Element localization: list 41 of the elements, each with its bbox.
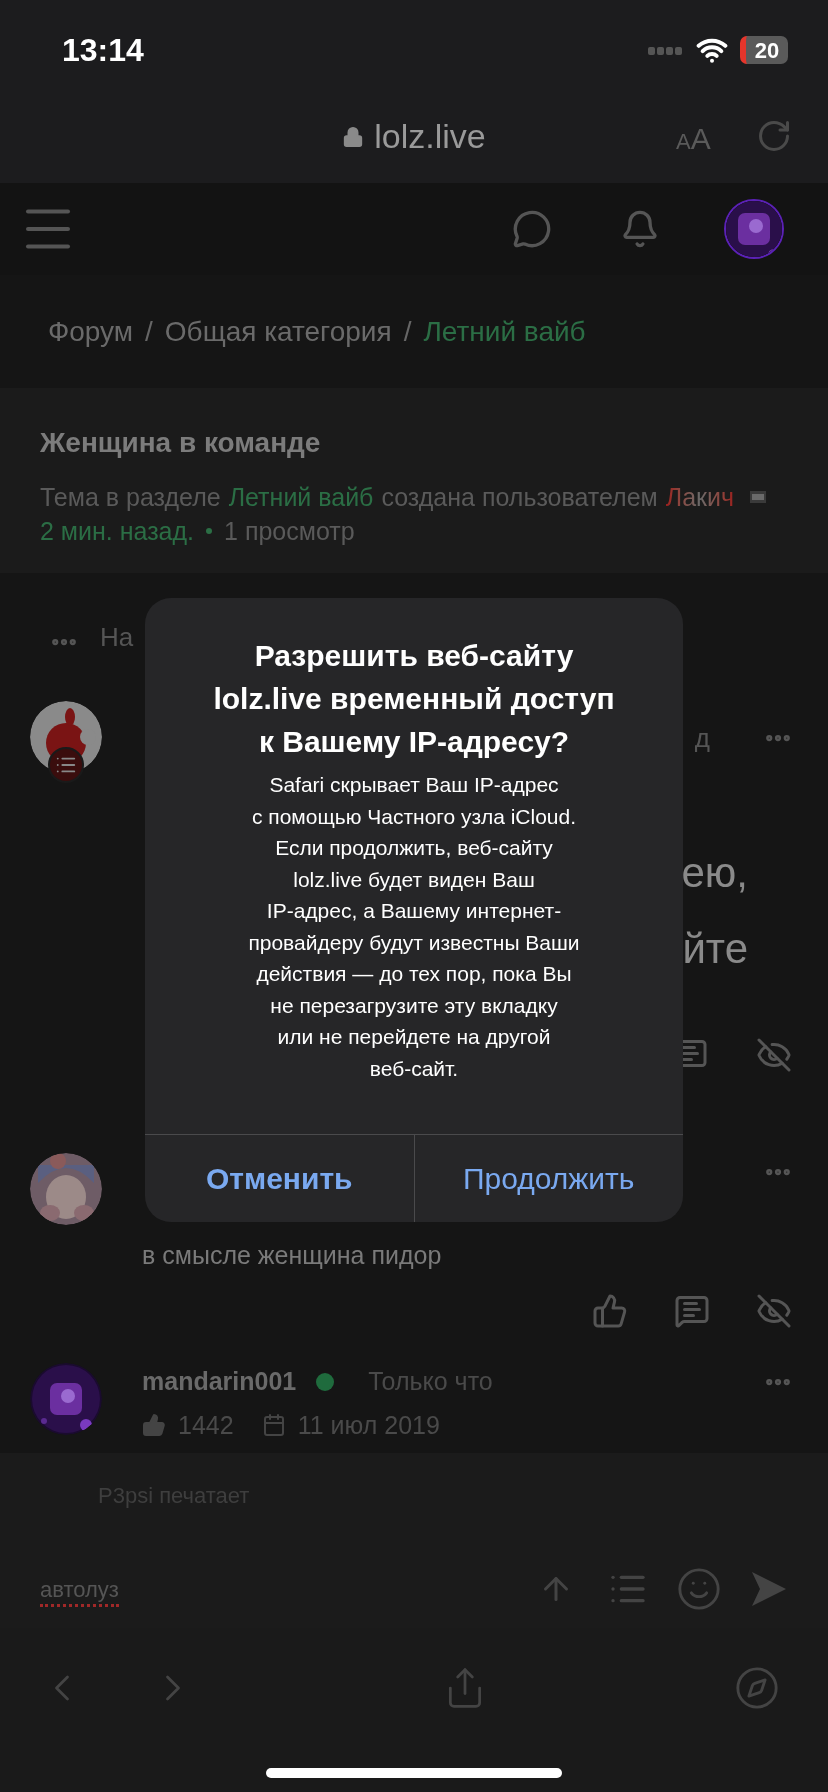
thread-intro: Тема в разделе (40, 482, 221, 513)
thread-title: Женщина в команде (40, 426, 322, 460)
breadcrumb-separator: / (145, 314, 153, 349)
hide-icon[interactable] (756, 1292, 792, 1329)
username[interactable]: mandarin001 (142, 1363, 297, 1401)
thread-created-by: создана пользователем (381, 482, 658, 513)
text-size-button[interactable]: AA (676, 116, 711, 161)
thread-time: 2 мин. назад. (40, 516, 195, 547)
battery-indicator: 20 (740, 36, 788, 64)
post-text: в смысле женщина пидор (142, 1240, 443, 1271)
dialog-message: Safari скрывает Ваш IP-адрес с помощью Частного узла iCloud. Если продолжить, веб-сайту lolz.live будет виден Ваш IP-адрес, а Вашему интернет- провайдеру будут известны Ваши действия — до тех пор, пока Вы не перезагрузите эту вкладку или не перейдете на другой веб-сайт. (248, 772, 580, 1082)
status-time: 13:14 (62, 31, 144, 70)
signal-icon (648, 45, 684, 55)
emoji-icon[interactable] (676, 1566, 722, 1612)
send-icon[interactable] (750, 1570, 788, 1608)
list-badge-icon (48, 747, 84, 783)
section-link[interactable]: Летний вайб (228, 480, 374, 514)
address-url[interactable]: lolz.live (374, 111, 486, 162)
dialog-button[interactable]: Продолжить (413, 1135, 683, 1222)
post-header-fragment: д (694, 722, 710, 755)
chat-icon[interactable] (512, 209, 552, 249)
dialog-button[interactable]: Отменить (145, 1135, 414, 1222)
badge-icon (750, 491, 767, 503)
hide-icon[interactable] (756, 1037, 792, 1073)
notification-icon[interactable] (620, 209, 660, 249)
reload-icon[interactable] (756, 118, 792, 154)
bullet-icon (206, 528, 213, 534)
breadcrumb-link[interactable]: Летний вайб (423, 310, 586, 353)
breadcrumb-separator: / (403, 314, 412, 349)
breadcrumb-link[interactable]: Общая категория (164, 310, 392, 353)
message-field[interactable]: автолуз (40, 1572, 538, 1606)
like-icon (142, 1413, 166, 1438)
collapsed-row-label: На (100, 621, 134, 654)
like-icon[interactable] (592, 1292, 628, 1329)
compass-icon[interactable] (734, 1665, 780, 1711)
breadcrumb-link[interactable]: Форум (48, 310, 134, 353)
dialog-title: Разрешить веб-сайту lolz.live временный доступ к Вашему IP-адресу? (213, 638, 615, 760)
thread-views: 1 просмотр (224, 516, 355, 547)
post-text-fragment: ею, (681, 848, 748, 898)
post-text-fragment: йте (682, 924, 748, 974)
calendar-icon (261, 1413, 286, 1438)
